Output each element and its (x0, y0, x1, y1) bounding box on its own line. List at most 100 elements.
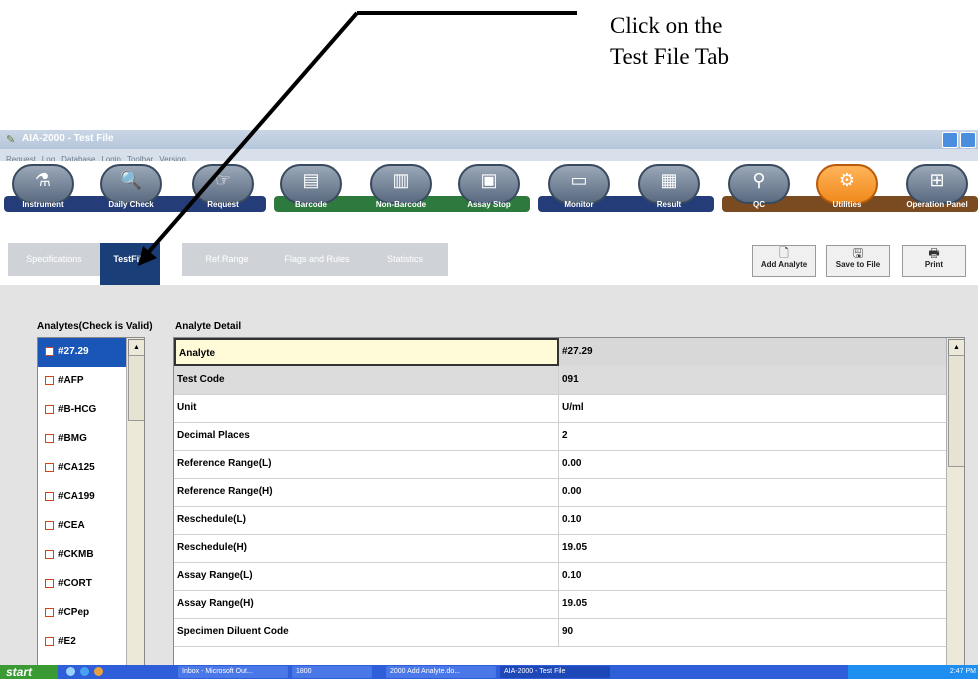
valid-checkbox[interactable] (45, 608, 54, 617)
field-value[interactable]: #27.29 (559, 338, 946, 366)
operation-panel-icon: ⊞ (929, 170, 945, 190)
app-icon: ✎ (6, 134, 16, 146)
valid-checkbox[interactable] (45, 376, 54, 385)
field-value[interactable]: 90 (559, 618, 946, 646)
analyte-detail-grid: Analyte #27.29 Test Code 091 Unit U/ml Deci… (173, 337, 965, 669)
instrument-icon: ⚗ (34, 170, 52, 190)
request-icon: ☞ (214, 170, 232, 190)
minimize-button[interactable] (942, 132, 958, 148)
utilities-label: Utilities (832, 200, 862, 209)
tab-specifications[interactable]: Specifications (8, 243, 100, 276)
field-label: Decimal Places (174, 422, 559, 450)
tab-flags-and-rules[interactable]: Flags and Rules (272, 243, 362, 276)
quick-launch-desktop-icon[interactable] (66, 667, 75, 676)
result-label: Result (656, 200, 682, 209)
assay-stop-label: Assay Stop (467, 200, 511, 209)
analyte-list[interactable]: #27.29 #AFP #B-HCG #BMG #CA125 #CA199 #C… (37, 337, 145, 669)
table-row: Specimen Diluent Code 90 (174, 618, 946, 647)
list-item[interactable]: #CEA (38, 512, 126, 541)
list-item[interactable]: #B-HCG (38, 396, 126, 425)
field-value[interactable]: 0.10 (559, 562, 946, 590)
window-title: AIA-2000 - Test File (22, 133, 114, 144)
scroll-up-arrow-icon[interactable]: ▲ (128, 339, 144, 356)
quick-launch-outlook-icon[interactable] (94, 667, 103, 676)
non-barcode-icon: ▥ (392, 170, 410, 190)
quick-launch-ie-icon[interactable] (80, 667, 89, 676)
valid-checkbox[interactable] (45, 463, 54, 472)
monitor-label: Monitor (564, 200, 594, 209)
list-item[interactable]: #CA199 (38, 483, 126, 512)
instruction-line-2: Test File Tab (610, 44, 730, 69)
task-folder-1800[interactable]: 1800 (292, 666, 372, 678)
daily-check-button[interactable]: 🔍 Daily Check (100, 164, 162, 212)
assay-stop-button[interactable]: ▣ Assay Stop (458, 164, 520, 212)
detail-grid-scrollbar[interactable]: ▲ (946, 338, 964, 668)
magnifier-document-icon: 🔍 (119, 170, 143, 190)
instrument-button[interactable]: ⚗ Instrument (12, 164, 74, 212)
valid-checkbox[interactable] (45, 550, 54, 559)
valid-checkbox[interactable] (45, 579, 54, 588)
barcode-button[interactable]: ▤ Barcode (280, 164, 342, 212)
non-barcode-label: Non-Barcode (375, 200, 427, 209)
valid-checkbox[interactable] (45, 521, 54, 530)
valid-checkbox[interactable] (45, 347, 54, 356)
table-row: Test Code 091 (174, 366, 946, 395)
result-icon: ▦ (660, 170, 678, 190)
printer-icon: 🖶 (928, 246, 940, 260)
field-label: Reschedule(L) (174, 506, 559, 534)
list-item[interactable]: #CPep (38, 599, 126, 628)
monitor-button[interactable]: ▭ Monitor (548, 164, 610, 212)
start-button[interactable]: start (0, 665, 58, 679)
field-value[interactable]: 0.00 (559, 450, 946, 478)
save-to-file-button[interactable]: 🖫 Save to File (826, 245, 890, 277)
instruction-callout: Click on the Test File Tab (610, 10, 729, 72)
barcode-label: Barcode (294, 200, 327, 209)
task-inbox[interactable]: Inbox - Microsoft Out... (178, 666, 288, 678)
table-row: Decimal Places 2 (174, 422, 946, 451)
field-value[interactable]: 0.10 (559, 506, 946, 534)
add-analyte-button[interactable]: 🗋 Add Analyte (752, 245, 816, 277)
analyte-detail-heading: Analyte Detail (175, 321, 242, 332)
non-barcode-button[interactable]: ▥ Non-Barcode (370, 164, 432, 212)
field-label: Assay Range(L) (174, 562, 559, 590)
request-button[interactable]: ☞ Request (192, 164, 254, 212)
content-area: Analytes(Check is Valid) Analyte Detail … (0, 285, 978, 669)
scroll-up-arrow-icon[interactable]: ▲ (948, 339, 964, 356)
valid-checkbox[interactable] (45, 434, 54, 443)
field-value[interactable]: U/ml (559, 394, 946, 422)
tab-statistics[interactable]: Statistics (362, 243, 448, 276)
utilities-button[interactable]: ⚙ Utilities (816, 164, 878, 212)
floppy-disk-icon: 🖫 (852, 246, 864, 260)
analyte-list-scrollbar[interactable]: ▲ (126, 338, 144, 668)
list-item[interactable]: #CORT (38, 570, 126, 599)
operation-panel-button[interactable]: ⊞ Operation Panel (906, 164, 968, 212)
list-item[interactable]: #CA125 (38, 454, 126, 483)
field-value[interactable]: 0.00 (559, 478, 946, 506)
operation-panel-label: Operation Panel (906, 200, 968, 209)
task-aia-test-file[interactable]: AIA-2000 - Test File (500, 666, 610, 678)
scroll-thumb[interactable] (128, 355, 144, 421)
tab-testfile[interactable]: TestFile (100, 243, 160, 285)
field-label: Test Code (174, 366, 559, 394)
valid-checkbox[interactable] (45, 405, 54, 414)
field-value[interactable]: 19.05 (559, 590, 946, 618)
list-item[interactable]: #AFP (38, 367, 126, 396)
qc-label: QC (753, 200, 765, 209)
scroll-thumb[interactable] (948, 355, 964, 467)
field-value[interactable]: 19.05 (559, 534, 946, 562)
qc-button[interactable]: ⚲ QC (728, 164, 790, 212)
field-value[interactable]: 2 (559, 422, 946, 450)
list-item[interactable]: #BMG (38, 425, 126, 454)
maximize-button[interactable] (960, 132, 976, 148)
list-item[interactable]: #27.29 (38, 338, 126, 367)
valid-checkbox[interactable] (45, 637, 54, 646)
field-value[interactable]: 091 (559, 366, 946, 394)
task-word-document[interactable]: 2000 Add Analyte.do... (386, 666, 496, 678)
result-button[interactable]: ▦ Result (638, 164, 700, 212)
valid-checkbox[interactable] (45, 492, 54, 501)
list-item[interactable]: #CKMB (38, 541, 126, 570)
print-button[interactable]: 🖶 Print (902, 245, 966, 277)
window-titlebar[interactable]: ✎ AIA-2000 - Test File (0, 130, 978, 149)
list-item[interactable]: #E2 (38, 628, 126, 657)
tab-ref-range[interactable]: Ref.Range (182, 243, 272, 276)
